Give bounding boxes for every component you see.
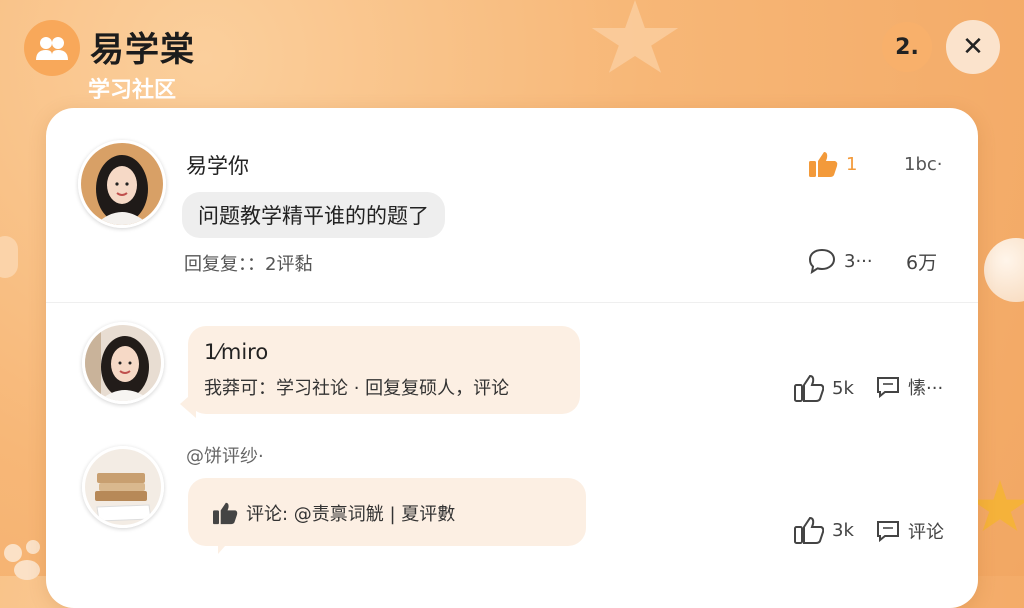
thumbs-up-icon xyxy=(794,374,824,402)
thumbs-up-icon xyxy=(794,516,824,544)
notification-badge-button[interactable]: 2. xyxy=(882,22,932,72)
divider xyxy=(46,302,978,303)
reply-label: 愫··· xyxy=(908,378,944,399)
app-title: 易学棠 xyxy=(90,30,195,70)
reply-label: 评论 xyxy=(908,522,944,543)
comment-text: 我莽可：学习社论 · 回复复硕人，评论 xyxy=(204,378,510,399)
comment-row: 评论: @责禀词觥 | 夏评數 xyxy=(212,500,455,526)
reply-button[interactable]: 愫··· xyxy=(876,374,943,400)
reply-button[interactable]: 评论 xyxy=(876,518,944,544)
like-count: 3k xyxy=(832,519,854,541)
comment-count: 3··· xyxy=(844,250,873,272)
close-icon: ✕ xyxy=(962,32,984,62)
comment-bubble: 评论: @责禀词觥 | 夏评數 xyxy=(188,478,586,546)
comment-author[interactable]: 1⁄miro xyxy=(204,340,268,364)
comment-bubble-icon xyxy=(808,248,836,274)
post-time: 1bc· xyxy=(904,154,943,175)
like-count: 1 xyxy=(846,153,858,175)
post-text: 问题教学精平谁的的题了 xyxy=(198,204,429,228)
view-count: 6万 xyxy=(906,252,938,274)
thumbs-up-icon xyxy=(808,150,838,178)
background-flower-shape xyxy=(0,236,18,278)
like-button[interactable]: 5k xyxy=(794,374,854,402)
comment-button[interactable]: 3··· xyxy=(808,248,873,274)
app-subtitle: 学习社区 xyxy=(88,78,177,103)
comment-bubble: 1⁄miro 我莽可：学习社论 · 回复复硕人，评论 xyxy=(188,326,580,414)
message-square-icon xyxy=(876,375,900,399)
users-icon xyxy=(24,20,80,76)
message-square-icon xyxy=(876,519,900,543)
like-count: 5k xyxy=(832,377,854,399)
mention-label[interactable]: @饼评纱· xyxy=(186,442,264,468)
like-button[interactable]: 3k xyxy=(794,516,854,544)
community-card: 易学你 1 1bc· 问题教学精平谁的的题了 回复复：：2评黏 3··· 6万 xyxy=(46,108,978,608)
bubble-tail xyxy=(218,538,232,554)
background-ball-shape xyxy=(984,238,1024,302)
background-gold-star-shape xyxy=(971,480,1024,531)
close-button[interactable]: ✕ xyxy=(946,20,1000,74)
avatar[interactable] xyxy=(78,140,166,228)
post-content-bubble: 问题教学精平谁的的题了 xyxy=(182,192,445,238)
reply-count-link[interactable]: 回复复：：2评黏 xyxy=(184,250,312,276)
avatar[interactable] xyxy=(82,322,164,404)
post-author[interactable]: 易学你 xyxy=(186,150,249,180)
thumbs-up-icon xyxy=(212,501,238,525)
avatar[interactable] xyxy=(82,446,164,528)
comment-text: 评论: @责禀词觥 | 夏评數 xyxy=(246,504,456,525)
bubble-tail xyxy=(180,390,196,418)
app-header: 易学棠 学习社区 2. ✕ xyxy=(24,16,1000,103)
like-button[interactable]: 1 xyxy=(808,150,857,178)
